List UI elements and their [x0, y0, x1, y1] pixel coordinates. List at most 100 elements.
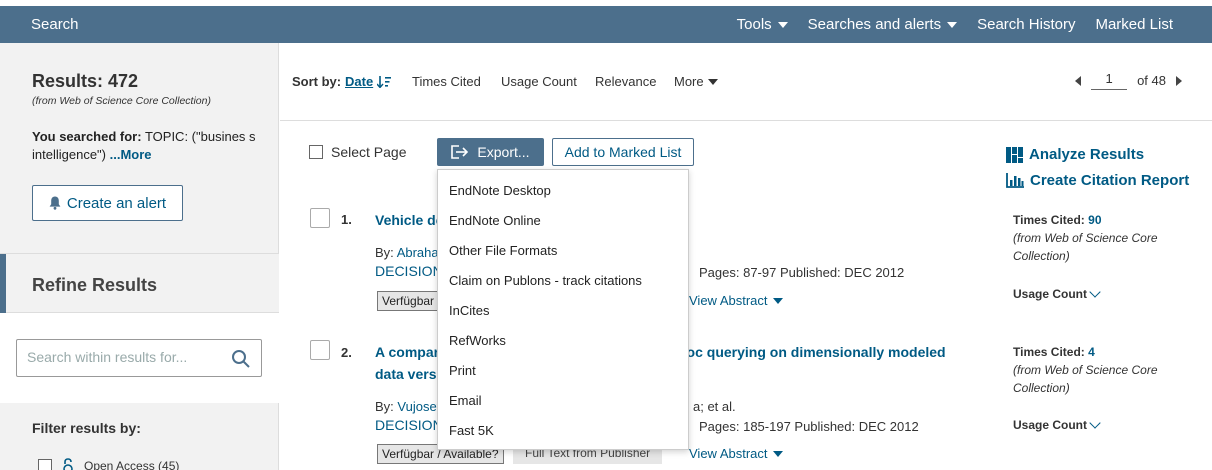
open-access-filter[interactable]: Open Access (45) — [38, 458, 179, 470]
sort-option-times-cited[interactable]: Times Cited — [412, 74, 481, 89]
nav-tools-label: Tools — [736, 16, 772, 33]
searched-label: You searched for: — [32, 129, 142, 144]
record-title-line2[interactable]: data versu — [375, 363, 445, 385]
open-access-label: Open Access (45) — [84, 459, 180, 470]
analyze-grid-icon — [1006, 146, 1023, 163]
search-icon[interactable] — [231, 349, 251, 369]
results-count: Results: 472 — [32, 71, 139, 91]
times-cited-count[interactable]: 4 — [1088, 345, 1095, 359]
caret-down-icon — [947, 21, 958, 28]
bell-icon — [49, 196, 61, 210]
times-cited-count[interactable]: 90 — [1088, 213, 1101, 227]
sort-date-label: Date — [345, 74, 374, 89]
view-abstract-label: View Abstract — [689, 446, 768, 461]
record-journal[interactable]: DECISION — [375, 263, 443, 279]
caret-down-icon — [707, 78, 718, 85]
caret-down-icon — [772, 450, 783, 457]
search-within-box — [16, 339, 262, 377]
refine-accent-bar — [0, 254, 6, 314]
sort-option-usage-count[interactable]: Usage Count — [501, 74, 577, 89]
menu-item-other-file-formats[interactable]: Other File Formats — [449, 243, 557, 258]
search-summary: You searched for: TOPIC: ("busines s int… — [32, 128, 264, 164]
sort-more-label: More — [674, 74, 704, 89]
open-access-checkbox[interactable] — [38, 459, 52, 470]
page-number-input[interactable]: 1 — [1091, 71, 1128, 90]
view-abstract-link[interactable]: View Abstract — [689, 293, 783, 308]
record-pages-published: Pages: 87-97 Published: DEC 2012 — [699, 265, 905, 280]
nav-searches-alerts-label: Searches and alerts — [807, 16, 942, 33]
create-alert-button[interactable]: Create an alert — [32, 185, 183, 221]
record-journal[interactable]: DECISION — [375, 417, 443, 433]
sort-option-date[interactable]: Date — [345, 74, 392, 89]
view-abstract-link[interactable]: View Abstract — [689, 446, 783, 461]
bar-chart-icon — [1006, 173, 1024, 188]
search-within-panel — [0, 313, 279, 403]
record-title[interactable]: Vehicle de — [375, 209, 443, 231]
analyze-results-label: Analyze Results — [1029, 146, 1145, 163]
export-label: Export... — [477, 144, 530, 160]
usage-count-label: Usage Count — [1013, 287, 1088, 301]
search-within-input[interactable] — [27, 349, 217, 365]
create-citation-report-label: Create Citation Report — [1030, 172, 1190, 189]
prev-page-icon[interactable] — [1075, 75, 1082, 86]
export-button[interactable]: Export... — [437, 138, 544, 166]
times-cited-source: (from Web of Science Core Collection) — [1013, 363, 1158, 395]
export-icon — [451, 145, 469, 159]
menu-item-refworks[interactable]: RefWorks — [449, 333, 506, 348]
select-page-checkbox[interactable] — [309, 145, 323, 159]
record-checkbox[interactable] — [310, 208, 330, 228]
refine-results-header: Refine Results — [0, 253, 279, 314]
create-citation-report-link[interactable]: Create Citation Report — [1006, 172, 1189, 189]
menu-item-print[interactable]: Print — [449, 363, 476, 378]
add-to-marked-list-button[interactable]: Add to Marked List — [552, 138, 694, 166]
record-checkbox[interactable] — [310, 340, 330, 360]
select-page-label: Select Page — [331, 144, 407, 160]
sort-option-more[interactable]: More — [674, 74, 718, 89]
pagination: 1 of 48 — [1075, 71, 1182, 90]
by-label: By: — [375, 399, 394, 414]
menu-item-fast-5k[interactable]: Fast 5K — [449, 423, 494, 438]
refine-results-title: Refine Results — [32, 275, 158, 295]
filter-by-label: Filter results by: — [32, 420, 141, 436]
nav-links: Tools Searches and alerts Search History… — [737, 16, 1173, 33]
availability-button[interactable]: Verfügbar — [377, 291, 440, 311]
sort-bar: Sort by: Date Times Cited Usage Count Re… — [280, 43, 1212, 121]
menu-item-claim-on-publons[interactable]: Claim on Publons - track citations — [449, 273, 642, 288]
nav-search[interactable]: Search — [31, 16, 79, 33]
menu-item-endnote-online[interactable]: EndNote Online — [449, 213, 541, 228]
view-abstract-label: View Abstract — [689, 293, 768, 308]
results-source: (from Web of Science Core Collection) — [32, 95, 211, 107]
author-link[interactable]: Abraha — [397, 245, 439, 260]
usage-count-label: Usage Count — [1013, 418, 1088, 432]
usage-count-toggle[interactable]: Usage Count — [1013, 417, 1101, 432]
by-label: By: — [375, 245, 394, 260]
nav-search-history[interactable]: Search History — [977, 16, 1075, 33]
nav-tools[interactable]: Tools — [737, 16, 788, 33]
next-page-icon[interactable] — [1176, 75, 1182, 86]
record-pages-published: Pages: 185-197 Published: DEC 2012 — [699, 419, 919, 434]
create-alert-label: Create an alert — [66, 194, 167, 212]
record-title[interactable]: A compar — [375, 341, 439, 363]
times-cited-label: Times Cited: — [1013, 213, 1085, 227]
sort-option-relevance[interactable]: Relevance — [595, 74, 656, 89]
caret-down-icon — [772, 297, 783, 304]
page-total: of 48 — [1137, 73, 1166, 88]
record-authors: By: Vujosev — [375, 399, 443, 414]
menu-item-incites[interactable]: InCites — [449, 303, 489, 318]
sidebar: Results: 472 (from Web of Science Core C… — [0, 43, 279, 470]
select-page[interactable]: Select Page — [309, 144, 407, 160]
sort-descending-icon — [377, 75, 392, 88]
menu-item-endnote-desktop[interactable]: EndNote Desktop — [449, 183, 551, 198]
more-link[interactable]: ...More — [110, 147, 152, 162]
nav-marked-list[interactable]: Marked List — [1095, 16, 1173, 33]
export-dropdown-menu: EndNote Desktop EndNote Online Other Fil… — [437, 169, 689, 450]
chevron-down-icon — [1089, 286, 1101, 298]
usage-count-toggle[interactable]: Usage Count — [1013, 286, 1101, 301]
open-access-icon — [63, 458, 73, 470]
menu-item-email[interactable]: Email — [449, 393, 482, 408]
nav-searches-alerts[interactable]: Searches and alerts — [807, 16, 958, 33]
analyze-results-link[interactable]: Analyze Results — [1006, 146, 1144, 163]
sort-by-label: Sort by: — [292, 74, 342, 89]
record-title-tail[interactable]: hoc querying on dimensionally modeled — [678, 341, 946, 363]
record-number: 2. — [341, 345, 352, 360]
